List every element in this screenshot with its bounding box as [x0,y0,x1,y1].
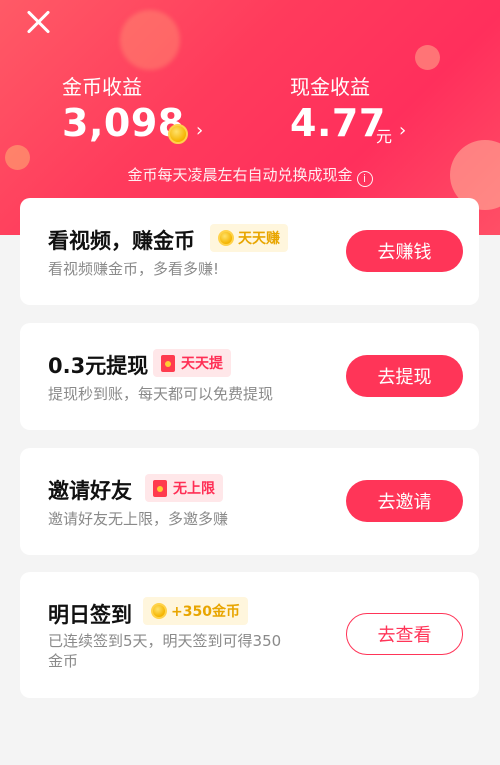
view-checkin-button[interactable]: 去查看 [346,613,463,655]
coin-icon [151,603,167,619]
card-subtitle-continued: 金币 [48,652,79,670]
cash-unit: 元 [376,127,393,146]
card-tag-label: +350金币 [171,604,240,620]
card-title: 0.3元提现 [48,354,149,378]
coin-icon [168,124,188,144]
info-icon[interactable]: i [356,171,373,187]
card-title: 明日签到 [48,603,132,627]
card-title: 邀请好友 [48,479,132,503]
card-title: 看视频，赚金币 [48,229,195,253]
task-card-checkin: 明日签到 +350金币 已连续签到5天，明天签到可得350 金币 去查看 [20,572,479,698]
task-card-withdraw: 0.3元提现 天天提 提现秒到账，每天都可以免费提现 去提现 [20,323,479,430]
card-tag-label: 天天提 [181,356,223,372]
card-tag-label: 天天赚 [238,231,280,247]
exchange-note: 金币每天凌晨左右自动兑换成现金 i [0,164,500,187]
coins-chevron-icon[interactable]: › [196,120,203,141]
card-tag: 无上限 [145,474,223,502]
withdraw-button[interactable]: 去提现 [346,355,463,397]
cash-value[interactable]: 4.77 [290,101,386,145]
card-tag: 天天赚 [210,224,288,252]
card-subtitle: 邀请好友无上限，多邀多赚 [48,510,229,528]
earn-money-button[interactable]: 去赚钱 [346,230,463,272]
red-envelope-icon [161,354,175,372]
close-icon[interactable] [24,7,54,37]
card-tag: +350金币 [143,597,248,625]
coins-label: 金币收益 [62,75,142,99]
card-tag-label: 无上限 [173,481,215,497]
red-envelope-icon [153,479,167,497]
coin-icon [218,230,234,246]
card-subtitle: 提现秒到账，每天都可以免费提现 [48,385,274,403]
invite-button[interactable]: 去邀请 [346,480,463,522]
card-tag: 天天提 [153,349,231,377]
cash-chevron-icon[interactable]: › [399,120,406,141]
card-subtitle: 看视频赚金币，多看多赚! [48,260,220,278]
decor-bubble [120,10,180,70]
card-subtitle: 已连续签到5天，明天签到可得350 [48,632,282,650]
exchange-note-text: 金币每天凌晨左右自动兑换成现金 [127,166,353,184]
decor-bubble [415,45,440,70]
coins-value[interactable]: 3,098 [62,101,185,145]
task-card-watch-video: 看视频，赚金币 天天赚 看视频赚金币，多看多赚! 去赚钱 [20,198,479,305]
cash-label: 现金收益 [290,75,370,99]
task-card-invite: 邀请好友 无上限 邀请好友无上限，多邀多赚 去邀请 [20,448,479,555]
